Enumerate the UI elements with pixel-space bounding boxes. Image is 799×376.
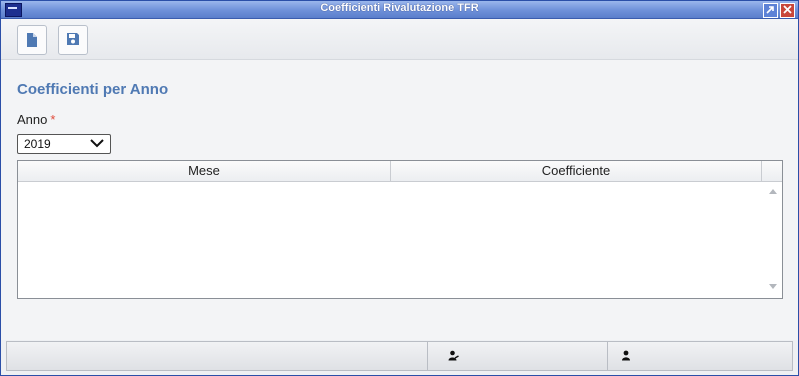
- anno-select-value: 2019: [24, 137, 51, 151]
- coefficients-table[interactable]: Mese Coefficiente: [17, 160, 783, 299]
- close-button[interactable]: [780, 3, 795, 18]
- title-bar[interactable]: Coefficienti Rivalutazione TFR: [1, 1, 798, 19]
- maximize-icon: [766, 6, 774, 14]
- scroll-down-arrow[interactable]: [769, 284, 777, 289]
- scroll-up-arrow[interactable]: [769, 189, 777, 194]
- window-title: Coefficienti Rivalutazione TFR: [320, 2, 479, 14]
- status-divider: [427, 342, 428, 370]
- column-header-mese[interactable]: Mese: [18, 163, 390, 178]
- close-icon: [783, 5, 792, 14]
- anno-select[interactable]: 2019: [17, 134, 111, 154]
- anno-label-text: Anno: [17, 112, 48, 127]
- status-divider: [607, 342, 608, 370]
- content-area: Coefficienti per Anno Anno * 2019 Mese Co…: [1, 60, 798, 340]
- new-button[interactable]: [17, 25, 47, 55]
- new-document-icon: [27, 33, 37, 47]
- table-header: Mese Coefficiente: [18, 161, 782, 182]
- user-icon: [622, 350, 630, 361]
- status-bar: [6, 341, 793, 371]
- chevron-down-icon: [90, 139, 104, 148]
- app-window: Coefficienti Rivalutazione TFR Coefficie…: [0, 0, 799, 376]
- anno-label: Anno *: [17, 112, 55, 127]
- user-edit-icon: [448, 350, 459, 361]
- required-marker: *: [50, 112, 56, 127]
- toolbar: [1, 19, 798, 60]
- column-header-coefficiente[interactable]: Coefficiente: [391, 163, 761, 178]
- save-button[interactable]: [58, 25, 88, 55]
- save-floppy-icon: [67, 33, 79, 45]
- column-divider: [761, 161, 762, 181]
- maximize-button[interactable]: [763, 3, 778, 18]
- section-title: Coefficienti per Anno: [17, 81, 169, 98]
